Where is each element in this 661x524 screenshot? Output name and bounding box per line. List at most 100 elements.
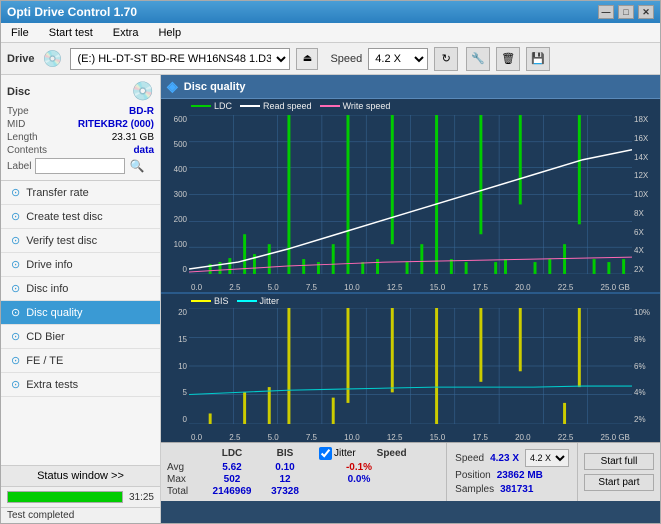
maximize-button[interactable]: □	[618, 5, 634, 19]
window-title: Opti Drive Control 1.70	[7, 5, 137, 19]
fe-te-icon: ⊙	[11, 354, 20, 367]
sidebar-nav: ⊙ Transfer rate ⊙ Create test disc ⊙ Ver…	[1, 181, 160, 465]
main-window: Opti Drive Control 1.70 — □ ✕ File Start…	[0, 0, 661, 524]
stats-headers: LDC BIS Jitter Speed	[167, 447, 440, 460]
status-text: Test completed	[1, 507, 160, 523]
nav-disc-quality[interactable]: ⊙ Disc quality	[1, 301, 160, 325]
nav-cd-bier[interactable]: ⊙ CD Bier	[1, 325, 160, 349]
bis-legend-color	[191, 300, 211, 302]
ldc-legend-color	[191, 105, 211, 107]
x-axis-bottom: 0.0 2.5 5.0 7.5 10.0 12.5 15.0 17.5 20.0…	[189, 433, 632, 442]
readspeed-legend: Read speed	[240, 101, 312, 111]
stats-table: LDC BIS Jitter Speed Avg 5.62 0.10	[161, 443, 446, 501]
max-label: Max	[167, 474, 203, 485]
eject-button[interactable]: ⏏	[296, 48, 318, 70]
y-axis-right-bottom: 10% 8% 6% 4% 2%	[632, 308, 660, 424]
nav-transfer-rate[interactable]: ⊙ Transfer rate	[1, 181, 160, 205]
status-window-button[interactable]: Status window >>	[1, 465, 160, 486]
label-label: Label	[7, 161, 31, 172]
type-value: BD-R	[129, 106, 154, 117]
save-button[interactable]: 💾	[526, 47, 550, 71]
chart-top-svg	[189, 115, 632, 274]
total-ldc: 2146969	[203, 486, 261, 497]
settings-button[interactable]: 🔧	[466, 47, 490, 71]
total-bis: 37328	[261, 486, 309, 497]
ldc-col-header: LDC	[203, 448, 261, 459]
sidebar: Disc 💿 Type BD-R MID RITEKBR2 (000) Leng…	[1, 75, 161, 523]
nav-create-test-disc[interactable]: ⊙ Create test disc	[1, 205, 160, 229]
start-full-button[interactable]: Start full	[584, 453, 654, 470]
jitter-checkbox-label[interactable]: Jitter	[319, 447, 356, 460]
speed-position-info: Speed 4.23 X 4.2 X Position 23862 MB Sam…	[446, 443, 577, 501]
ldc-legend-label: LDC	[214, 101, 232, 111]
y-axis-left-bottom: 20 15 10 5 0	[161, 308, 189, 424]
avg-label: Avg	[167, 462, 203, 473]
menu-help[interactable]: Help	[152, 26, 187, 40]
start-part-button[interactable]: Start part	[584, 474, 654, 491]
contents-label: Contents	[7, 145, 47, 156]
menu-bar: File Start test Extra Help	[1, 23, 660, 43]
progress-area: 31:25	[1, 486, 160, 507]
stats-bar: LDC BIS Jitter Speed Avg 5.62 0.10	[161, 442, 660, 501]
drive-label: Drive	[7, 53, 35, 65]
total-label: Total	[167, 486, 203, 497]
jitter-checkbox[interactable]	[319, 447, 332, 460]
close-button[interactable]: ✕	[638, 5, 654, 19]
mid-label: MID	[7, 119, 25, 130]
samples-label: Samples	[455, 484, 494, 495]
position-value: 23862 MB	[497, 470, 543, 481]
chart-bottom-svg	[189, 308, 632, 424]
chart-top: LDC Read speed Write speed 600 500 40	[161, 99, 660, 294]
max-bis: 12	[261, 474, 309, 485]
ldc-legend: LDC	[191, 101, 232, 111]
create-disc-icon: ⊙	[11, 210, 20, 223]
jitter-legend: Jitter	[237, 296, 280, 306]
drive-select[interactable]: (E:) HL-DT-ST BD-RE WH16NS48 1.D3	[70, 48, 290, 70]
drive-icon: 💿	[43, 49, 63, 69]
refresh-button[interactable]: ↻	[434, 47, 458, 71]
nav-verify-test-disc[interactable]: ⊙ Verify test disc	[1, 229, 160, 253]
readspeed-legend-label: Read speed	[263, 101, 312, 111]
menu-extra[interactable]: Extra	[107, 26, 145, 40]
disc-icon: 💿	[132, 81, 154, 102]
chart-bottom: BIS Jitter 20 15 10 5 0 10	[161, 294, 660, 442]
disc-section-title: Disc	[7, 86, 30, 98]
speed-col-header: Speed	[362, 448, 422, 459]
max-jitter: 0.0%	[329, 474, 389, 485]
max-ldc: 502	[203, 474, 261, 485]
progress-bar-fill	[8, 492, 122, 502]
speed-select[interactable]: 4.2 X	[368, 48, 428, 70]
bis-col-header: BIS	[261, 448, 309, 459]
jitter-legend-color	[237, 300, 257, 302]
nav-fe-te[interactable]: ⊙ FE / TE	[1, 349, 160, 373]
avg-ldc: 5.62	[203, 462, 261, 473]
erase-button[interactable]: 🗑	[496, 47, 520, 71]
label-input[interactable]	[35, 158, 125, 174]
panel-icon: ◈	[167, 78, 178, 95]
nav-drive-info[interactable]: ⊙ Drive info	[1, 253, 160, 277]
menu-file[interactable]: File	[5, 26, 35, 40]
nav-disc-info[interactable]: ⊙ Disc info	[1, 277, 160, 301]
speed-info-select[interactable]: 4.2 X	[525, 449, 569, 467]
chart-top-legend: LDC Read speed Write speed	[191, 101, 390, 111]
label-icon[interactable]: 🔍	[129, 159, 144, 173]
bis-legend-label: BIS	[214, 296, 229, 306]
writespeed-legend-color	[320, 105, 340, 107]
disc-info-icon: ⊙	[11, 282, 20, 295]
nav-extra-tests[interactable]: ⊙ Extra tests	[1, 373, 160, 397]
speed-info-label: Speed	[455, 453, 484, 464]
contents-value: data	[133, 145, 154, 156]
menu-start-test[interactable]: Start test	[43, 26, 99, 40]
readspeed-legend-color	[240, 105, 260, 107]
window-controls: — □ ✕	[598, 5, 654, 19]
jitter-label: Jitter	[334, 448, 356, 459]
jitter-legend-label: Jitter	[260, 296, 280, 306]
cd-bier-icon: ⊙	[11, 330, 20, 343]
length-label: Length	[7, 132, 38, 143]
length-value: 23.31 GB	[112, 132, 154, 143]
speed-label: Speed	[330, 53, 362, 65]
samples-row: Samples 381731	[455, 484, 569, 495]
minimize-button[interactable]: —	[598, 5, 614, 19]
verify-disc-icon: ⊙	[11, 234, 20, 247]
disc-quality-icon: ⊙	[11, 306, 20, 319]
